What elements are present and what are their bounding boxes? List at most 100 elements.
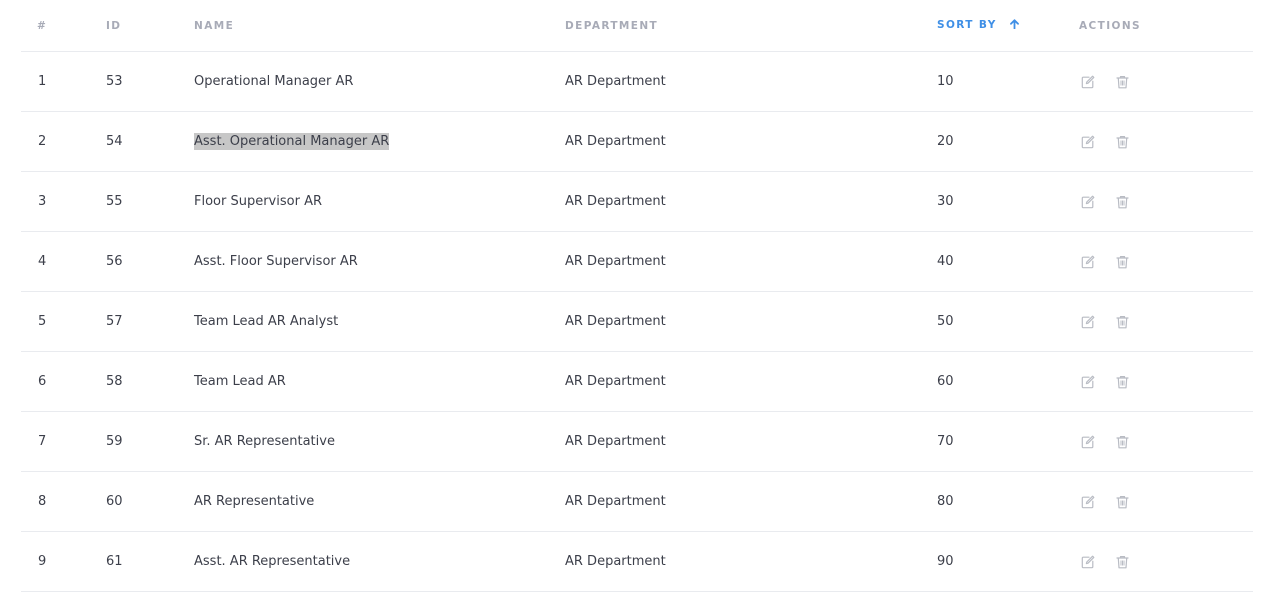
row-department: AR Department: [565, 111, 937, 172]
row-actions: [1079, 171, 1253, 232]
positions-table: # ID NAME DEPARTMENT SORT BY ACTIONS 1 5…: [21, 0, 1253, 592]
row-name-cell: Asst. Floor Supervisor AR: [194, 231, 565, 292]
row-id: 58: [106, 351, 194, 412]
row-name: Sr. AR Representative: [194, 434, 335, 449]
row-actions: [1079, 351, 1253, 412]
table-header: # ID NAME DEPARTMENT SORT BY ACTIONS: [21, 0, 1253, 52]
row-actions: [1079, 471, 1253, 532]
edit-icon[interactable]: [1079, 553, 1097, 571]
row-name: Asst. Operational Manager AR: [194, 133, 390, 150]
row-name-cell: Asst. Operational Manager AR: [194, 111, 565, 172]
row-sort-value: 70: [937, 411, 1079, 472]
row-number: 4: [21, 231, 106, 292]
row-name-cell: Team Lead AR Analyst: [194, 291, 565, 352]
row-number: 8: [21, 471, 106, 532]
row-name: Operational Manager AR: [194, 74, 354, 89]
table-body: 1 53 Operational Manager AR AR Departmen…: [21, 51, 1253, 592]
column-header-actions: ACTIONS: [1079, 0, 1253, 52]
row-name-cell: Team Lead AR: [194, 351, 565, 412]
column-header-id[interactable]: ID: [106, 0, 194, 52]
column-header-sort-by[interactable]: SORT BY: [937, 0, 1079, 52]
row-sort-value: 60: [937, 351, 1079, 412]
row-name: Asst. Floor Supervisor AR: [194, 254, 358, 269]
row-id: 61: [106, 531, 194, 592]
trash-icon[interactable]: [1113, 493, 1131, 511]
row-name: Floor Supervisor AR: [194, 194, 322, 209]
table-row: 4 56 Asst. Floor Supervisor AR AR Depart…: [21, 231, 1253, 292]
trash-icon[interactable]: [1113, 553, 1131, 571]
table-row: 1 53 Operational Manager AR AR Departmen…: [21, 51, 1253, 112]
row-department: AR Department: [565, 411, 937, 472]
row-name: AR Representative: [194, 494, 315, 509]
trash-icon[interactable]: [1113, 253, 1131, 271]
row-department: AR Department: [565, 291, 937, 352]
table-row: 6 58 Team Lead AR AR Department 60: [21, 351, 1253, 412]
table-row: 7 59 Sr. AR Representative AR Department…: [21, 411, 1253, 472]
row-number: 6: [21, 351, 106, 412]
row-name-cell: Asst. AR Representative: [194, 531, 565, 592]
row-name-cell: Floor Supervisor AR: [194, 171, 565, 232]
positions-table-container: # ID NAME DEPARTMENT SORT BY ACTIONS 1 5…: [21, 0, 1253, 592]
edit-icon[interactable]: [1079, 73, 1097, 91]
column-header-sort-by-label: SORT BY: [937, 19, 997, 31]
row-number: 2: [21, 111, 106, 172]
row-number: 5: [21, 291, 106, 352]
column-header-number[interactable]: #: [21, 0, 106, 52]
edit-icon[interactable]: [1079, 373, 1097, 391]
edit-icon[interactable]: [1079, 433, 1097, 451]
row-sort-value: 50: [937, 291, 1079, 352]
table-row: 3 55 Floor Supervisor AR AR Department 3…: [21, 171, 1253, 232]
edit-icon[interactable]: [1079, 253, 1097, 271]
row-number: 7: [21, 411, 106, 472]
edit-icon[interactable]: [1079, 493, 1097, 511]
arrow-up-icon: [1009, 19, 1019, 32]
row-number: 3: [21, 171, 106, 232]
row-sort-value: 80: [937, 471, 1079, 532]
row-id: 54: [106, 111, 194, 172]
edit-icon[interactable]: [1079, 193, 1097, 211]
row-actions: [1079, 111, 1253, 172]
row-sort-value: 10: [937, 51, 1079, 112]
table-row: 5 57 Team Lead AR Analyst AR Department …: [21, 291, 1253, 352]
header-row: # ID NAME DEPARTMENT SORT BY ACTIONS: [21, 0, 1253, 52]
row-number: 1: [21, 51, 106, 112]
column-header-department[interactable]: DEPARTMENT: [565, 0, 937, 52]
table-row: 9 61 Asst. AR Representative AR Departme…: [21, 531, 1253, 592]
row-sort-value: 90: [937, 531, 1079, 592]
row-department: AR Department: [565, 51, 937, 112]
row-actions: [1079, 231, 1253, 292]
column-header-name[interactable]: NAME: [194, 0, 565, 52]
row-actions: [1079, 411, 1253, 472]
row-actions: [1079, 531, 1253, 592]
row-name-cell: Sr. AR Representative: [194, 411, 565, 472]
table-row: 8 60 AR Representative AR Department 80: [21, 471, 1253, 532]
row-sort-value: 40: [937, 231, 1079, 292]
row-name-cell: Operational Manager AR: [194, 51, 565, 112]
row-sort-value: 20: [937, 111, 1079, 172]
row-id: 57: [106, 291, 194, 352]
row-department: AR Department: [565, 531, 937, 592]
row-actions: [1079, 51, 1253, 112]
row-id: 56: [106, 231, 194, 292]
row-number: 9: [21, 531, 106, 592]
row-department: AR Department: [565, 171, 937, 232]
trash-icon[interactable]: [1113, 433, 1131, 451]
table-row: 2 54 Asst. Operational Manager AR AR Dep…: [21, 111, 1253, 172]
row-id: 59: [106, 411, 194, 472]
row-id: 60: [106, 471, 194, 532]
row-department: AR Department: [565, 351, 937, 412]
row-name: Team Lead AR: [194, 374, 286, 389]
trash-icon[interactable]: [1113, 193, 1131, 211]
row-actions: [1079, 291, 1253, 352]
trash-icon[interactable]: [1113, 73, 1131, 91]
row-name-cell: AR Representative: [194, 471, 565, 532]
trash-icon[interactable]: [1113, 373, 1131, 391]
row-id: 55: [106, 171, 194, 232]
trash-icon[interactable]: [1113, 313, 1131, 331]
row-name: Asst. AR Representative: [194, 554, 351, 569]
edit-icon[interactable]: [1079, 133, 1097, 151]
row-department: AR Department: [565, 231, 937, 292]
trash-icon[interactable]: [1113, 133, 1131, 151]
row-id: 53: [106, 51, 194, 112]
edit-icon[interactable]: [1079, 313, 1097, 331]
